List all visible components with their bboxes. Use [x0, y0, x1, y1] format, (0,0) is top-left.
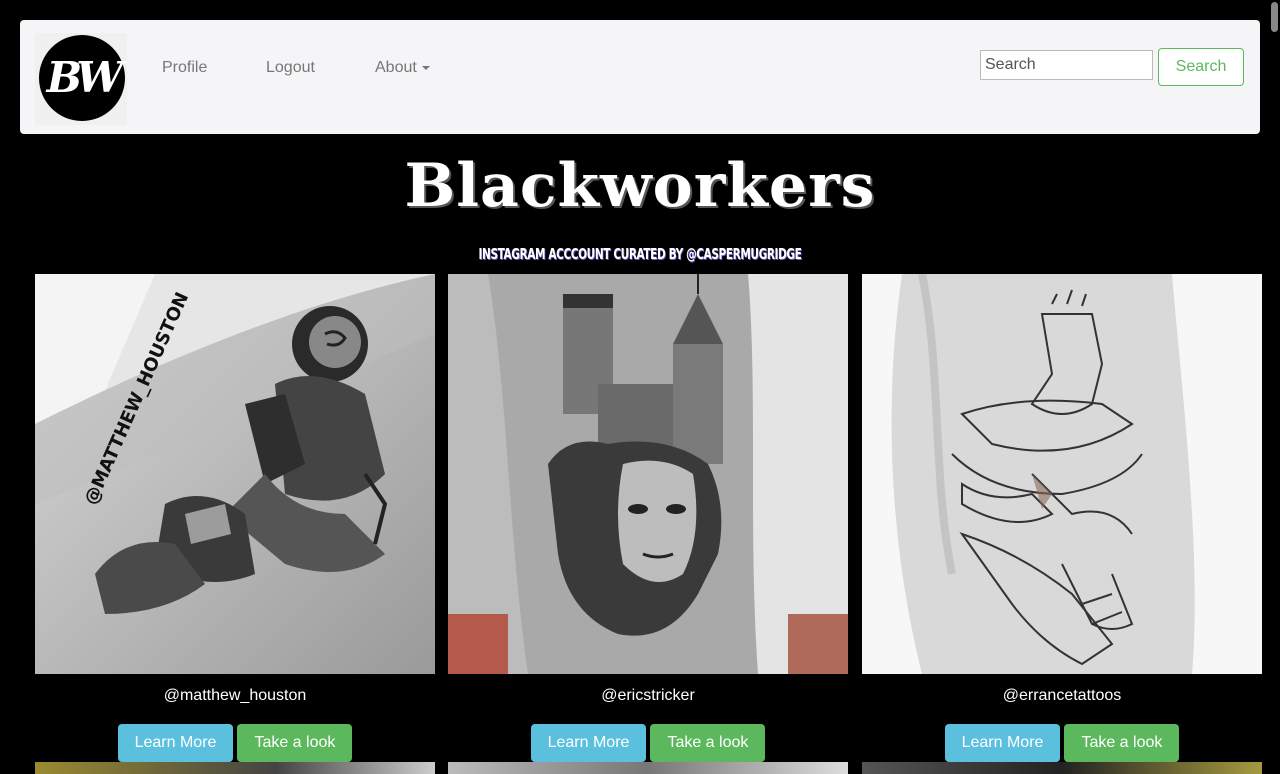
hands-tattoo-image — [862, 274, 1262, 674]
castle-head-tattoo-image — [448, 274, 848, 674]
page-subtitle: Instagram acccount curated by @caspermug… — [478, 245, 802, 263]
card-actions: Learn More Take a look — [862, 724, 1262, 762]
scrollbar[interactable] — [1271, 2, 1278, 32]
artist-card: @MATTHEW_HOUSTON @matthew_houston Learn … — [35, 274, 435, 762]
caret-down-icon — [421, 65, 430, 70]
artist-handle: @errancetattoos — [1002, 687, 1122, 704]
learn-more-button[interactable]: Learn More — [117, 724, 234, 762]
take-a-look-button[interactable]: Take a look — [650, 724, 766, 762]
next-row-image-peek — [448, 762, 848, 774]
artist-handle: @matthew_houston — [163, 687, 307, 704]
page-title: Blackworkers — [404, 151, 876, 221]
learn-more-button[interactable]: Learn More — [944, 724, 1061, 762]
artist-card: @ericstricker Learn More Take a look — [448, 274, 848, 762]
card-actions: Learn More Take a look — [35, 724, 435, 762]
take-a-look-button[interactable]: Take a look — [237, 724, 353, 762]
nav-link-about-label: About — [375, 59, 417, 76]
tattoo-image[interactable] — [448, 274, 848, 674]
tattoo-image[interactable]: @MATTHEW_HOUSTON — [35, 274, 435, 674]
nav-link-profile[interactable]: Profile — [162, 58, 207, 78]
navbar: BW Profile Logout About Search — [20, 20, 1260, 134]
logo-text: BW — [46, 53, 124, 102]
logo-circle: BW — [39, 35, 125, 121]
astronaut-tattoo-image: @MATTHEW_HOUSTON — [35, 274, 435, 674]
next-row-image-peek — [35, 762, 435, 774]
logo[interactable]: BW — [35, 33, 127, 125]
search-button[interactable]: Search — [1158, 48, 1244, 86]
artist-card: @errancetattoos Learn More Take a look — [862, 274, 1262, 762]
next-row-image-peek — [862, 762, 1262, 774]
tattoo-image[interactable] — [862, 274, 1262, 674]
learn-more-button[interactable]: Learn More — [530, 724, 647, 762]
artist-handle: @ericstricker — [601, 687, 695, 704]
nav-dropdown-about[interactable]: About — [375, 58, 430, 78]
card-actions: Learn More Take a look — [448, 724, 848, 762]
search-input[interactable] — [980, 50, 1153, 80]
nav-link-logout[interactable]: Logout — [266, 58, 315, 78]
take-a-look-button[interactable]: Take a look — [1064, 724, 1180, 762]
